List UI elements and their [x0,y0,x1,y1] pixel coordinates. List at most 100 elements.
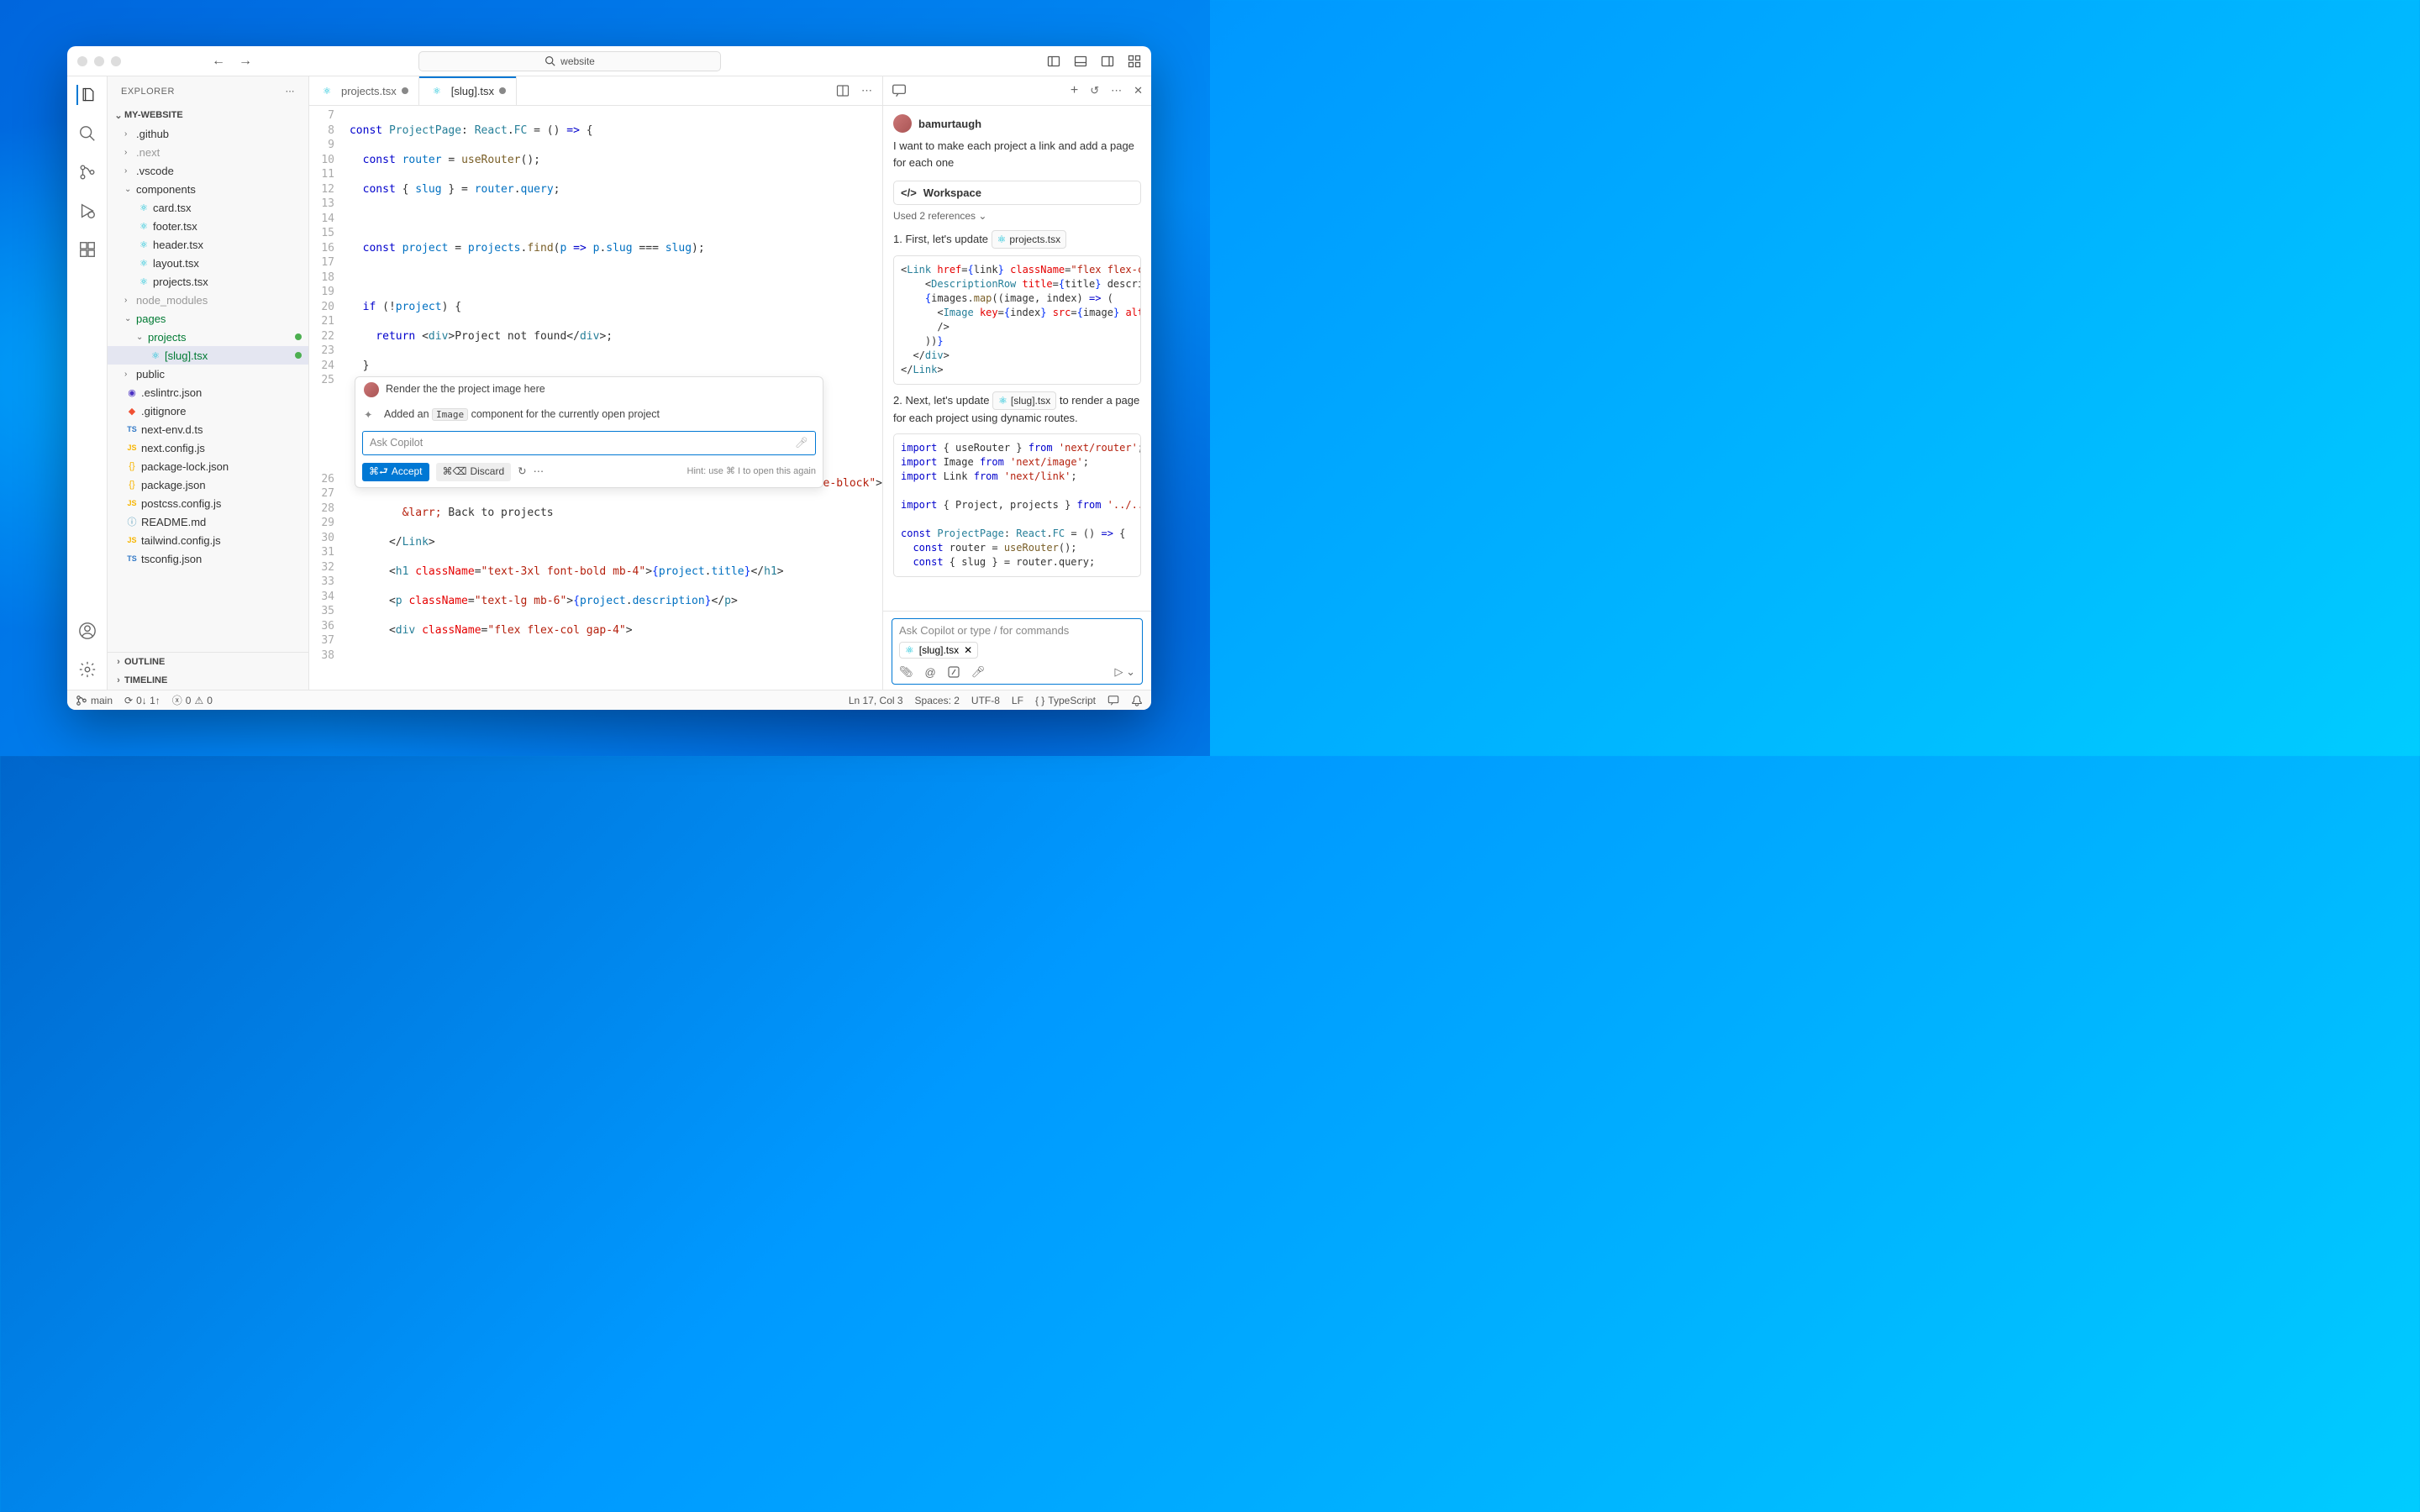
customize-layout-icon[interactable] [1128,55,1141,68]
used-references[interactable]: Used 2 references ⌄ [893,210,1141,222]
file-layout[interactable]: ⚛layout.tsx [108,254,308,272]
nav-back[interactable]: ← [212,54,225,69]
workspace-section[interactable]: ⌄MY-WEBSITE [108,106,308,124]
search-activity[interactable] [77,123,97,144]
file-readme[interactable]: ⓘREADME.md [108,512,308,531]
file-card[interactable]: ⚛card.tsx [108,198,308,217]
folder-github[interactable]: ›.github [108,124,308,143]
accept-button[interactable]: ⌘⮐ Accept [362,463,429,481]
settings-activity[interactable] [77,659,97,680]
microphone-icon[interactable]: 🎤︎ [971,665,986,679]
file-pkg[interactable]: {}package.json [108,475,308,494]
folder-components[interactable]: ⌄components [108,180,308,198]
nav-forward[interactable]: → [239,54,252,69]
slash-command-icon[interactable] [948,666,960,678]
minimize-window[interactable] [94,56,104,66]
modified-dot-icon [295,352,302,359]
timeline-section[interactable]: ›TIMELINE [108,671,308,690]
attach-icon[interactable]: 📎︎ [899,665,913,679]
branch-status[interactable]: main [76,695,113,706]
inline-chat-input[interactable]: Ask Copilot 🎤︎ [362,431,816,456]
folder-projects[interactable]: ⌄projects [108,328,308,346]
extensions-activity[interactable] [77,239,97,260]
status-bar: main ⟳0↓ 1↑ ⓧ0 ⚠0 Ln 17, Col 3 Spaces: 2… [67,690,1151,710]
feedback-icon[interactable] [1107,695,1119,706]
split-editor-icon[interactable] [836,84,850,97]
errors-status[interactable]: ⓧ0 ⚠0 [172,693,213,707]
vscode-window: ← → website [67,46,1151,710]
discard-button[interactable]: ⌘⌫ Discard [436,463,512,481]
cursor-position[interactable]: Ln 17, Col 3 [849,695,903,706]
chat-icon[interactable] [892,83,907,98]
titlebar: ← → website [67,46,1151,76]
outline-section[interactable]: ›OUTLINE [108,653,308,671]
tab-projects[interactable]: ⚛ projects.tsx [309,76,419,105]
folder-pages[interactable]: ⌄pages [108,309,308,328]
remove-context-icon[interactable]: ✕ [964,644,972,656]
close-chat-icon[interactable]: ✕ [1134,84,1143,97]
code-editor[interactable]: 78910111213141516171819202122232425 2627… [309,106,882,690]
context-pill[interactable]: ⚛ [slug].tsx ✕ [899,642,978,659]
file-footer[interactable]: ⚛footer.tsx [108,217,308,235]
file-gitignore[interactable]: ◆.gitignore [108,402,308,420]
tab-slug[interactable]: ⚛ [slug].tsx [419,76,517,105]
workspace-badge[interactable]: </> Workspace [893,181,1141,205]
encoding-status[interactable]: UTF-8 [971,695,1000,706]
explorer-activity[interactable] [76,85,97,105]
inline-user-prompt: Render the the project image here [386,382,545,397]
close-window[interactable] [77,56,87,66]
folder-node-modules[interactable]: ›node_modules [108,291,308,309]
inline-hint: Hint: use ⌘ I to open this again [687,465,816,480]
file-tree: ›.github ›.next ›.vscode ⌄components ⚛ca… [108,124,308,652]
folder-public[interactable]: ›public [108,365,308,383]
chat-code-2: import { useRouter } from 'next/router';… [893,433,1141,577]
history-icon[interactable]: ↺ [1090,84,1099,97]
chat-input[interactable]: Ask Copilot or type / for commands ⚛ [sl… [892,618,1143,685]
account-activity[interactable] [77,621,97,641]
notifications-icon[interactable] [1131,695,1143,706]
sync-status[interactable]: ⟳0↓ 1↑ [124,695,160,706]
workspace-name: MY-WEBSITE [124,110,183,120]
microphone-icon[interactable]: 🎤︎ [795,436,808,451]
file-slug[interactable]: ⚛[slug].tsx [108,346,308,365]
file-next-config[interactable]: JSnext.config.js [108,438,308,457]
window-controls [77,56,121,66]
code-icon: </> [901,186,917,199]
file-next-env[interactable]: TSnext-env.d.ts [108,420,308,438]
file-projects-tsx[interactable]: ⚛projects.tsx [108,272,308,291]
source-control-activity[interactable] [77,162,97,182]
folder-next[interactable]: ›.next [108,143,308,161]
file-tsconfig[interactable]: TStsconfig.json [108,549,308,568]
explorer-more-icon[interactable]: ⋯ [286,86,296,97]
file-header[interactable]: ⚛header.tsx [108,235,308,254]
file-pkg-lock[interactable]: {}package-lock.json [108,457,308,475]
folder-vscode[interactable]: ›.vscode [108,161,308,180]
run-debug-activity[interactable] [77,201,97,221]
mention-icon[interactable]: @ [925,666,936,679]
file-postcss[interactable]: JSpostcss.config.js [108,494,308,512]
new-chat-icon[interactable]: + [1071,83,1078,98]
chat-code-1: <Link href={link} className="flex flex-c… [893,255,1141,385]
inline-more-icon[interactable]: ⋯ [534,465,544,480]
chat-username: bamurtaugh [918,118,981,130]
send-button[interactable]: ▷ ⌄ [1114,665,1135,679]
indent-status[interactable]: Spaces: 2 [915,695,960,706]
react-icon: ⚛ [997,232,1007,247]
chat-more-icon[interactable]: ⋯ [1111,84,1122,97]
chat-step-2: 2. Next, let's update ⚛[slug].tsx to ren… [893,391,1141,427]
layout-sidebar-right-icon[interactable] [1101,55,1114,68]
file-pill[interactable]: ⚛[slug].tsx [992,391,1056,410]
file-tailwind[interactable]: JStailwind.config.js [108,531,308,549]
layout-sidebar-left-icon[interactable] [1047,55,1060,68]
language-status[interactable]: { } TypeScript [1035,695,1096,706]
layout-panel-icon[interactable] [1074,55,1087,68]
user-avatar-icon [893,114,912,133]
command-center[interactable]: website [418,51,721,71]
editor-area: ⚛ projects.tsx ⚛ [slug].tsx ⋯ 7891011121… [309,76,882,690]
file-pill[interactable]: ⚛projects.tsx [992,230,1066,249]
maximize-window[interactable] [111,56,121,66]
regenerate-icon[interactable]: ↻ [518,465,526,480]
file-eslint[interactable]: ◉.eslintrc.json [108,383,308,402]
editor-more-icon[interactable]: ⋯ [861,84,872,97]
eol-status[interactable]: LF [1012,695,1023,706]
